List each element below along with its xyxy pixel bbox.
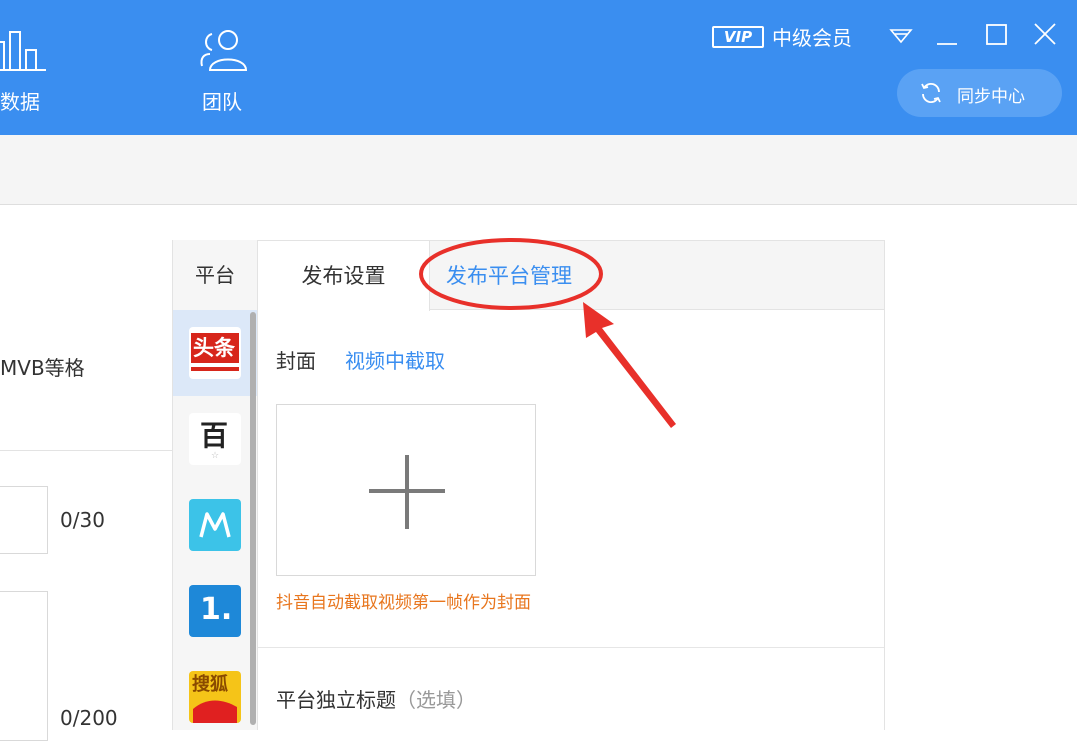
close-icon[interactable]: [1030, 18, 1060, 52]
format-text: MVB等格: [0, 356, 85, 380]
sync-center-label: 同步中心: [957, 87, 1025, 107]
maximize-icon[interactable]: [982, 18, 1012, 52]
yidian-logo-icon: 1.: [189, 585, 241, 637]
m-platform-logo-icon: [189, 499, 241, 551]
baijiahao-logo-icon: 百 ☆: [189, 413, 241, 465]
independent-title-text: 平台独立标题: [276, 688, 396, 712]
format-section: [0, 240, 172, 451]
star-icon: ☆: [211, 451, 220, 461]
sync-center-button[interactable]: 同步中心: [897, 69, 1062, 117]
cover-note: 抖音自动截取视频第一帧作为封面: [276, 593, 531, 613]
sohu-logo-icon: 搜狐: [189, 671, 241, 723]
baijiahao-logo-text: 百: [200, 419, 229, 452]
cover-label: 封面: [276, 349, 316, 373]
toutiao-logo-text: 头条: [193, 336, 235, 360]
minimize-icon[interactable]: [932, 18, 962, 52]
vip-badge: VIP: [712, 26, 764, 48]
independent-title-label: 平台独立标题（选填）: [276, 684, 476, 713]
tab-platform-management[interactable]: 发布平台管理: [446, 241, 572, 311]
nav-label-data: 数据: [0, 90, 40, 114]
platform-item-baijiahao[interactable]: 百 ☆: [173, 396, 257, 482]
toolbar-strip: [0, 135, 1077, 205]
yidian-logo-text: 1.: [200, 592, 233, 627]
platform-list: 平台 头条 百 ☆ 1. 搜狐: [172, 240, 258, 730]
description-input[interactable]: [0, 591, 48, 741]
settings-tabs: 发布设置 发布平台管理: [258, 240, 884, 311]
platform-header: 平台: [195, 263, 235, 287]
plus-icon: [369, 455, 445, 529]
capture-from-video-link[interactable]: 视频中截取: [345, 345, 445, 374]
nav-label-team: 团队: [202, 90, 242, 114]
bar-chart-icon: [0, 31, 46, 71]
dropdown-triangle-icon[interactable]: [886, 18, 916, 52]
cover-upload-box[interactable]: [276, 404, 536, 576]
team-icon: [200, 30, 248, 71]
platform-item-sohu[interactable]: 搜狐: [173, 654, 257, 740]
toutiao-logo-icon: 头条: [189, 327, 241, 379]
platform-item-yidian[interactable]: 1.: [173, 568, 257, 654]
optional-hint: （选填）: [396, 688, 476, 712]
vip-level[interactable]: 中级会员: [772, 22, 852, 51]
platform-list-scrollbar[interactable]: [250, 312, 256, 725]
tab-publish-settings[interactable]: 发布设置: [258, 241, 430, 311]
title-input[interactable]: [0, 486, 48, 554]
section-divider: [258, 647, 884, 648]
top-bar: 数据 团队 VIP 中级会员 同步中心: [0, 0, 1077, 135]
description-char-count: 0/200: [60, 706, 118, 730]
platform-item-toutiao[interactable]: 头条: [173, 310, 257, 396]
sync-icon: [921, 82, 941, 104]
platform-item-m[interactable]: [173, 482, 257, 568]
title-char-count: 0/30: [60, 508, 105, 532]
